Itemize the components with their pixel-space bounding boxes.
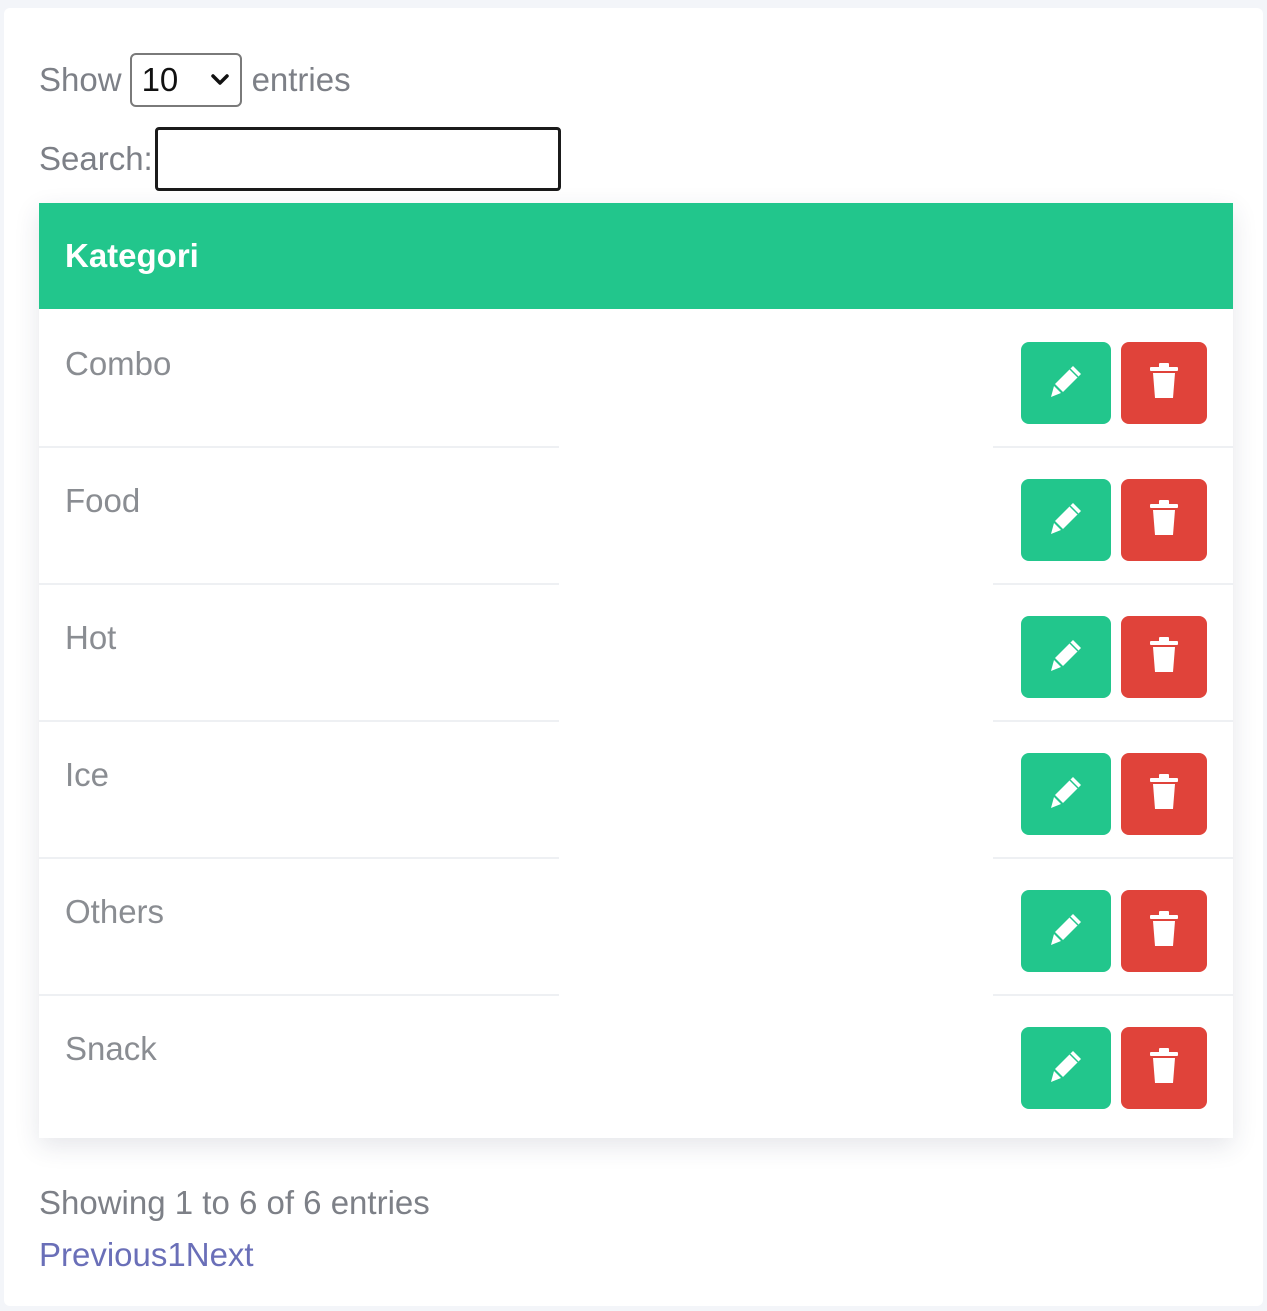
row-actions [1021, 479, 1207, 561]
row-divider [993, 857, 1233, 859]
table-row: Food [39, 446, 1233, 583]
content-card: Show 10 entries Search: Kategori Combo F… [4, 8, 1263, 1306]
pencil-icon [1046, 635, 1086, 680]
edit-button[interactable] [1021, 890, 1111, 972]
category-name: Snack [65, 1030, 157, 1067]
pencil-icon [1046, 909, 1086, 954]
table-header: Kategori [39, 203, 1233, 309]
pagination: Previous 1 Next [39, 1236, 254, 1274]
entries-select[interactable]: 10 [129, 53, 242, 107]
trash-icon [1147, 498, 1181, 543]
delete-button[interactable] [1121, 479, 1207, 561]
table-row: Ice [39, 720, 1233, 857]
row-divider [39, 857, 559, 859]
table-body: Combo Food Hot Ice Others Snack [39, 309, 1233, 1131]
pencil-icon [1046, 498, 1086, 543]
row-divider [39, 446, 559, 448]
pencil-icon [1046, 772, 1086, 817]
entries-length-control: Show 10 entries [39, 52, 351, 108]
row-divider [993, 720, 1233, 722]
trash-icon [1147, 1046, 1181, 1091]
row-actions [1021, 890, 1207, 972]
row-divider [993, 446, 1233, 448]
pencil-icon [1046, 1046, 1086, 1091]
length-suffix: entries [251, 61, 351, 98]
edit-button[interactable] [1021, 342, 1111, 424]
edit-button[interactable] [1021, 753, 1111, 835]
category-name: Hot [65, 619, 117, 656]
delete-button[interactable] [1121, 1027, 1207, 1109]
pagination-page-1[interactable]: 1 [167, 1236, 185, 1274]
row-divider [39, 994, 559, 996]
table-row: Hot [39, 583, 1233, 720]
delete-button[interactable] [1121, 753, 1207, 835]
table-row: Combo [39, 309, 1233, 446]
pagination-next[interactable]: Next [186, 1236, 254, 1274]
column-header-kategori[interactable]: Kategori [65, 237, 199, 275]
search-control: Search: [39, 126, 561, 192]
table-row: Snack [39, 994, 1233, 1131]
row-divider [39, 583, 559, 585]
category-name: Ice [65, 756, 110, 793]
delete-button[interactable] [1121, 890, 1207, 972]
row-actions [1021, 1027, 1207, 1109]
category-name: Combo [65, 345, 172, 382]
row-actions [1021, 342, 1207, 424]
pencil-icon [1046, 361, 1086, 406]
trash-icon [1147, 909, 1181, 954]
trash-icon [1147, 635, 1181, 680]
row-divider [39, 720, 559, 722]
chevron-down-icon [210, 73, 230, 87]
entries-select-value: 10 [141, 61, 179, 98]
search-input[interactable] [154, 127, 561, 191]
table-row: Others [39, 857, 1233, 994]
delete-button[interactable] [1121, 342, 1207, 424]
table-info: Showing 1 to 6 of 6 entries [39, 1184, 430, 1221]
row-divider [993, 994, 1233, 996]
pagination-previous[interactable]: Previous [39, 1236, 167, 1274]
trash-icon [1147, 772, 1181, 817]
edit-button[interactable] [1021, 479, 1111, 561]
category-name: Others [65, 893, 165, 930]
delete-button[interactable] [1121, 616, 1207, 698]
category-table: Kategori Combo Food Hot Ice Others Snack [39, 203, 1233, 1138]
row-divider [993, 583, 1233, 585]
search-label: Search: [39, 140, 153, 177]
row-actions [1021, 753, 1207, 835]
length-prefix: Show [39, 61, 122, 98]
category-name: Food [65, 482, 141, 519]
trash-icon [1147, 361, 1181, 406]
edit-button[interactable] [1021, 616, 1111, 698]
edit-button[interactable] [1021, 1027, 1111, 1109]
row-actions [1021, 616, 1207, 698]
